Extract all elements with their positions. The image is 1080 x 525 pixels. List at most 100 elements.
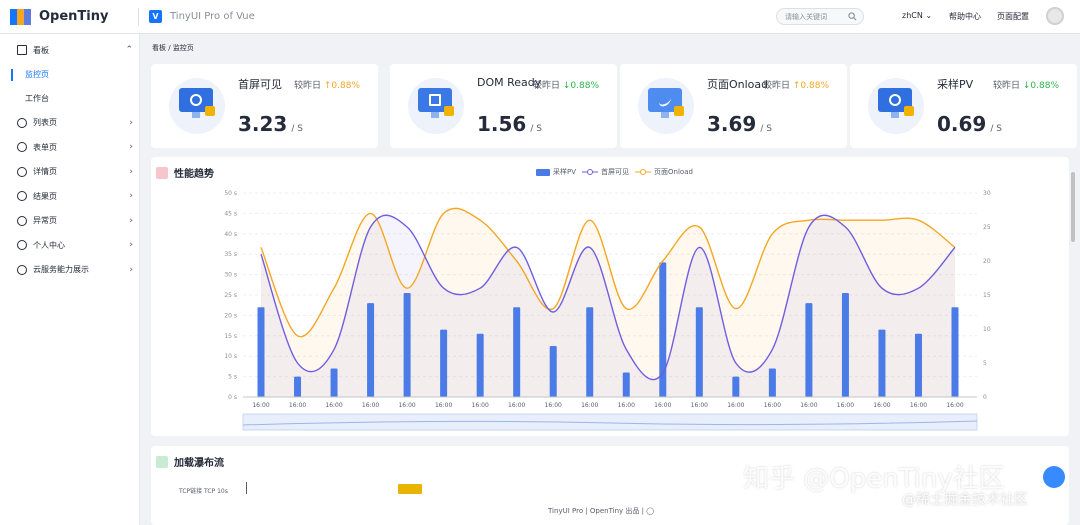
github-icon[interactable]: ◯: [646, 507, 654, 515]
chevron-right-icon: ›: [129, 142, 133, 152]
y-tick-label-right: 20: [983, 258, 991, 265]
waterfall-icon: [156, 455, 168, 468]
metric-value: 3.23/ S: [238, 112, 303, 136]
y-tick-label-right: 30: [983, 190, 991, 197]
search-placeholder: 请输入关键词: [785, 12, 827, 21]
metric-compare: 较昨日 ↑0.88%: [762, 81, 829, 91]
chevron-down-icon: ⌄: [925, 11, 933, 20]
help-center-link[interactable]: 帮助中心: [949, 11, 981, 22]
y-tick-label-right: 10: [983, 326, 991, 333]
bar: [367, 303, 375, 397]
chevron-right-icon: ›: [129, 215, 133, 226]
check-circle-icon: [17, 191, 27, 202]
bar: [403, 292, 411, 397]
grid-icon: [17, 45, 27, 56]
x-tick-label: 16:00: [654, 402, 671, 409]
bar: [549, 346, 557, 397]
x-tick-label: 16:00: [398, 402, 415, 409]
breadcrumb-item[interactable]: 看板: [152, 44, 166, 52]
x-tick-label: 16:00: [800, 402, 817, 409]
detail-icon: [17, 166, 27, 177]
breadcrumb-current: 监控页: [172, 44, 194, 52]
search-icon[interactable]: [848, 12, 857, 21]
chevron-right-icon: ›: [129, 264, 133, 275]
bar: [586, 307, 594, 397]
avatar[interactable]: [1046, 7, 1064, 25]
y-tick-label-left: 20 s: [224, 312, 237, 319]
sidebar-item-workbench[interactable]: 工作台: [0, 87, 139, 111]
header-divider: [138, 7, 139, 26]
x-tick-label: 16:00: [581, 402, 598, 409]
footer: TinyUI Pro | OpenTiny 出品 | ◯: [548, 507, 655, 515]
panel-title: 加载瀑布流: [156, 454, 224, 469]
sidebar-item-list[interactable]: 列表页 ›: [0, 111, 139, 136]
x-tick-label: 16:00: [325, 402, 342, 409]
breadcrumb: 看板 / 监控页: [152, 44, 194, 52]
y-tick-label-right: 5: [983, 360, 987, 367]
sidebar-item-board[interactable]: 看板 ⌃: [0, 38, 139, 63]
theme-palette-button[interactable]: [1043, 466, 1065, 488]
x-tick-label: 16:00: [837, 402, 854, 409]
waterfall-axis: [246, 482, 247, 494]
search-input[interactable]: 请输入关键词: [776, 8, 864, 25]
x-tick-label: 16:00: [472, 402, 489, 409]
x-tick-label: 16:00: [910, 402, 927, 409]
sidebar-item-monitor[interactable]: 监控页: [0, 63, 139, 87]
bar: [440, 329, 448, 397]
language-select[interactable]: zhCN ⌄: [902, 11, 932, 20]
monitor-icon: [169, 78, 225, 134]
x-tick-label: 16:00: [362, 402, 379, 409]
metric-compare: 较昨日 ↓0.88%: [532, 81, 599, 91]
sidebar-item-form[interactable]: 表单页 ›: [0, 135, 139, 160]
scrollbar[interactable]: [1071, 172, 1075, 242]
sidebar-item-exception[interactable]: 异常页 ›: [0, 209, 139, 234]
sidebar-item-profile[interactable]: 个人中心 ›: [0, 233, 139, 258]
bar: [476, 333, 484, 397]
list-icon: [17, 117, 27, 128]
y-tick-label-right: 0: [983, 394, 987, 401]
opentiny-logo-icon: [10, 8, 32, 25]
x-tick-label: 16:00: [946, 402, 963, 409]
metric-compare: 较昨日 ↓0.88%: [992, 81, 1059, 91]
y-tick-label-right: 25: [983, 224, 991, 231]
y-tick-label-left: 5 s: [228, 374, 237, 381]
x-tick-label: 16:00: [727, 402, 744, 409]
x-tick-label: 16:00: [252, 402, 269, 409]
vue-icon: V: [149, 10, 162, 23]
user-icon: [17, 240, 27, 251]
x-tick-label: 16:00: [691, 402, 708, 409]
metric-name: DOM Ready: [477, 76, 542, 89]
bar: [257, 307, 265, 397]
x-tick-label: 16:00: [618, 402, 635, 409]
watermark-secondary: @稀土掘金技术社区: [902, 492, 1028, 508]
alert-circle-icon: [17, 215, 27, 226]
bar: [294, 376, 302, 397]
bar: [695, 307, 703, 397]
bar: [513, 307, 521, 397]
product-label: TinyUI Pro of Vue: [170, 11, 255, 22]
metric-card-dom-ready: DOM Ready 较昨日 ↓0.88% 1.56/ S: [390, 64, 617, 148]
metric-card-first-screen: 首屏可见 较昨日 ↑0.88% 3.23/ S: [151, 64, 378, 148]
y-tick-label-left: 45 s: [224, 210, 237, 217]
metric-value: 0.69/ S: [937, 112, 1002, 136]
bar: [622, 372, 630, 397]
metric-compare: 较昨日 ↑0.88%: [293, 81, 360, 91]
y-tick-label-left: 0 s: [228, 394, 237, 401]
chart-icon: [638, 78, 694, 134]
page-config-link[interactable]: 页面配置: [997, 11, 1029, 22]
x-tick-label: 16:00: [873, 402, 890, 409]
brand-logo[interactable]: OpenTiny: [10, 8, 138, 25]
y-tick-label-left: 50 s: [224, 190, 237, 197]
bar: [732, 376, 740, 397]
y-tick-label-left: 35 s: [224, 251, 237, 258]
sidebar-item-result[interactable]: 结果页 ›: [0, 184, 139, 209]
building-icon: [408, 78, 464, 134]
top-header: OpenTiny V TinyUI Pro of Vue 请输入关键词 zhCN…: [0, 0, 1080, 34]
y-tick-label-right: 15: [983, 292, 991, 299]
sidebar: 看板 ⌃ 监控页 工作台 列表页 › 表单页 › 详情页 › 结果页 › 异常页 › 个人中…: [0, 34, 140, 525]
sidebar-item-detail[interactable]: 详情页 ›: [0, 160, 139, 185]
sidebar-item-cloud[interactable]: 云服务能力展示 ›: [0, 258, 139, 283]
chevron-right-icon: ›: [129, 117, 133, 128]
y-tick-label-left: 15 s: [224, 333, 237, 340]
bar: [914, 333, 922, 397]
